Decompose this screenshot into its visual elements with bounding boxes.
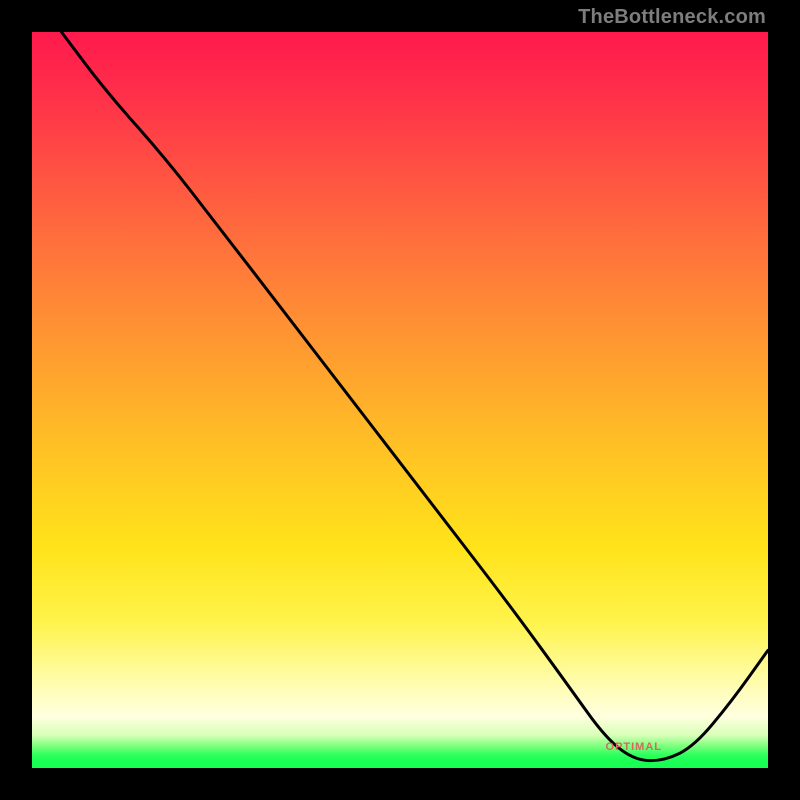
attribution-watermark: TheBottleneck.com [578,6,766,29]
plot-area: OPTIMAL [32,32,768,768]
bottleneck-curve [32,32,768,768]
optimal-label: OPTIMAL [606,741,663,753]
chart-frame: OPTIMAL TheBottleneck.com [0,0,800,800]
